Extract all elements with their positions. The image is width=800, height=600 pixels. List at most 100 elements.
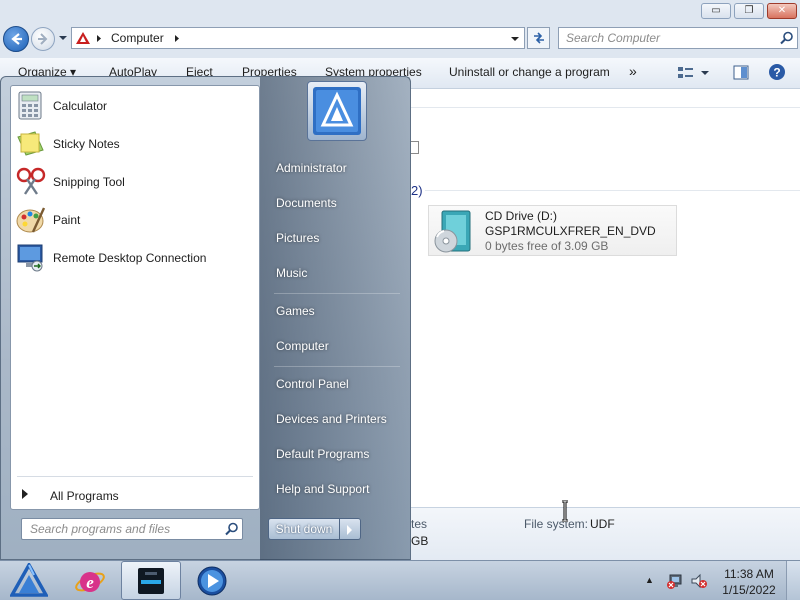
paint-icon: [16, 207, 46, 233]
svg-text:e: e: [86, 573, 94, 592]
link-control-panel[interactable]: Control Panel: [276, 377, 349, 391]
link-administrator[interactable]: Administrator: [276, 161, 347, 175]
start-menu-programs-pane: Calculator Sticky Notes Snipping Tool Pa…: [10, 85, 260, 510]
link-help-support[interactable]: Help and Support: [276, 482, 369, 496]
taskbar-media-player[interactable]: [183, 561, 243, 600]
start-menu-places-pane: Administrator Documents Pictures Music G…: [260, 77, 410, 561]
close-button[interactable]: ✕: [767, 3, 797, 19]
restore-button[interactable]: ❐: [734, 3, 764, 19]
link-computer[interactable]: Computer: [276, 339, 329, 353]
title-bar[interactable]: ▭ ❐ ✕: [0, 0, 800, 24]
search-icon: [225, 522, 238, 536]
link-games[interactable]: Games: [276, 304, 315, 318]
computer-location-icon: [76, 32, 90, 44]
start-search-input[interactable]: Search programs and files: [21, 518, 243, 540]
user-avatar-icon: [313, 87, 361, 135]
program-calculator[interactable]: Calculator: [15, 90, 255, 124]
arrow-right-icon: [347, 525, 352, 535]
program-label: Calculator: [53, 99, 108, 113]
more-commands-button[interactable]: »: [629, 63, 637, 79]
help-icon: ?: [769, 64, 785, 80]
link-default-programs[interactable]: Default Programs: [276, 447, 369, 461]
details-fragment-bottom: GB: [411, 534, 429, 548]
drive-free-space: 0 bytes free of 3.09 GB: [485, 239, 609, 253]
network-disconnected-icon: [667, 574, 682, 589]
start-button[interactable]: [2, 561, 56, 600]
forward-button[interactable]: [31, 27, 55, 51]
volume-muted-icon: [691, 573, 707, 589]
shutdown-button[interactable]: Shut down: [268, 518, 340, 540]
places-separator: [274, 293, 400, 294]
back-button[interactable]: [3, 26, 29, 52]
calculator-icon: [18, 91, 42, 120]
program-paint[interactable]: Paint: [15, 204, 255, 238]
refresh-button[interactable]: [527, 27, 550, 49]
breadcrumb-chevron-icon[interactable]: [174, 34, 180, 43]
mouse-cursor: [559, 500, 571, 522]
start-menu: Calculator Sticky Notes Snipping Tool Pa…: [0, 76, 411, 561]
program-label: Paint: [53, 213, 81, 227]
text-cursor-icon: [562, 500, 568, 522]
all-programs-button[interactable]: All Programs: [19, 486, 255, 506]
tray-network[interactable]: [666, 572, 684, 590]
breadcrumb-chevron-icon[interactable]: [96, 34, 102, 43]
filesystem-value: UDF: [590, 517, 615, 531]
group-count-fragment: 2): [411, 183, 423, 198]
snipping-tool-icon: [16, 167, 46, 195]
user-picture[interactable]: [307, 81, 367, 141]
program-snipping-tool[interactable]: Snipping Tool: [15, 166, 255, 200]
places-separator: [274, 366, 400, 367]
taskbar: e ▲ 11:38 AM 1/15/2022: [0, 560, 800, 600]
link-documents[interactable]: Documents: [276, 196, 337, 210]
clock-time: 11:38 AM: [724, 567, 774, 581]
restore-icon: ❐: [744, 5, 754, 16]
link-devices-printers[interactable]: Devices and Printers: [276, 412, 387, 426]
refresh-icon: [534, 32, 544, 44]
address-bar[interactable]: Computer: [71, 27, 525, 49]
program-sticky-notes[interactable]: Sticky Notes: [15, 128, 255, 162]
shutdown-options-button[interactable]: [340, 518, 361, 540]
all-programs-label: All Programs: [50, 489, 119, 503]
uninstall-program-button[interactable]: Uninstall or change a program: [449, 65, 610, 79]
sticky-notes-icon: [17, 131, 44, 156]
chevron-down-icon: [59, 36, 67, 40]
view-options-icon: [678, 67, 709, 78]
svg-text:?: ?: [773, 66, 780, 80]
folder-drive-icon: [138, 568, 164, 594]
taskbar-windows-explorer[interactable]: [121, 561, 181, 600]
change-view-button[interactable]: [677, 65, 709, 81]
search-placeholder: Search Computer: [566, 31, 661, 45]
program-label: Sticky Notes: [53, 137, 120, 151]
clock-date: 1/15/2022: [722, 583, 776, 597]
arrow-right-icon: [22, 489, 28, 499]
tray-volume[interactable]: [690, 572, 708, 590]
preview-pane-icon: [733, 65, 749, 80]
taskbar-internet-explorer[interactable]: e: [62, 561, 122, 600]
breadcrumb-computer[interactable]: Computer: [111, 31, 164, 45]
link-music[interactable]: Music: [276, 266, 307, 280]
show-hidden-icons-button[interactable]: ▲: [645, 575, 654, 585]
program-label: Snipping Tool: [53, 175, 125, 189]
search-box[interactable]: Search Computer: [558, 27, 798, 49]
minimize-button[interactable]: ▭: [701, 3, 731, 19]
tray-clock[interactable]: 11:38 AM 1/15/2022: [718, 565, 780, 597]
address-history-chevron-icon[interactable]: [510, 35, 520, 43]
preview-pane-button[interactable]: [733, 65, 749, 81]
program-remote-desktop[interactable]: Remote Desktop Connection: [15, 242, 255, 276]
recent-pages-dropdown[interactable]: [58, 34, 68, 42]
media-player-icon: [197, 566, 227, 596]
close-icon: ✕: [777, 5, 787, 16]
arrow-left-icon: [11, 33, 22, 45]
collapse-checkbox-fragment[interactable]: [411, 141, 419, 154]
drive-name: CD Drive (D:): [485, 209, 557, 223]
link-pictures[interactable]: Pictures: [276, 231, 319, 245]
address-row: Computer Search Computer: [0, 24, 800, 58]
filesystem-label: File system:: [524, 517, 589, 531]
minimize-icon: ▭: [711, 5, 721, 16]
cd-drive-tile[interactable]: CD Drive (D:) GSP1RMCULXFRER_EN_DVD 0 by…: [428, 205, 677, 256]
search-icon[interactable]: [780, 31, 794, 45]
show-desktop-button[interactable]: [786, 561, 800, 600]
help-button[interactable]: ?: [768, 63, 786, 81]
group-divider: [425, 190, 800, 191]
cd-drive-icon: [434, 210, 471, 253]
